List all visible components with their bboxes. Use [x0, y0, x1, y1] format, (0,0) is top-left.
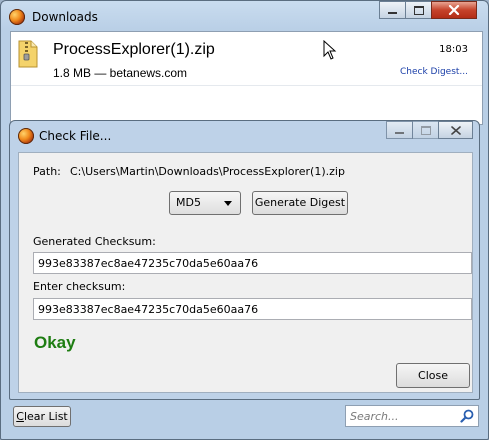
file-meta: 1.8 MB — betanews.com: [53, 66, 188, 80]
mouse-cursor-icon: [323, 40, 337, 60]
search-box[interactable]: [345, 405, 479, 427]
algorithm-select[interactable]: MD5: [169, 191, 241, 215]
dialog-minimize-button[interactable]: [386, 121, 413, 139]
dialog-maximize-button: [412, 121, 439, 139]
zip-file-icon: [18, 40, 38, 68]
firefox-icon: [9, 9, 25, 25]
minimize-icon: [388, 11, 397, 14]
window-title: Downloads: [32, 10, 98, 24]
list-item[interactable]: ProcessExplorer(1).zip 1.8 MB — betanews…: [11, 32, 482, 86]
dialog-close-button[interactable]: [438, 121, 473, 139]
minimize-button[interactable]: [379, 1, 406, 19]
generated-checksum-field[interactable]: [33, 252, 472, 274]
generate-digest-button[interactable]: Generate Digest: [252, 191, 348, 215]
close-dialog-button[interactable]: Close: [396, 363, 470, 388]
maximize-icon: [420, 125, 431, 135]
clear-list-button[interactable]: Clear List: [13, 406, 71, 427]
close-icon: [450, 125, 461, 135]
dropdown-arrow-icon: [224, 201, 232, 206]
check-file-dialog: Check File... Path: C:\Users\Martin\Down…: [9, 120, 480, 400]
generated-checksum-label: Generated Checksum:: [33, 235, 156, 248]
downloads-list[interactable]: ProcessExplorer(1).zip 1.8 MB — betanews…: [10, 31, 483, 125]
minimize-icon: [395, 131, 404, 134]
maximize-button[interactable]: [405, 1, 432, 19]
download-time: 18:03: [439, 44, 468, 55]
path-label: Path:: [33, 165, 61, 178]
verification-result: Okay: [34, 333, 76, 352]
clear-list-label: lear List: [23, 410, 68, 423]
check-digest-link[interactable]: Check Digest...: [400, 67, 468, 77]
close-icon: [448, 5, 460, 15]
search-icon[interactable]: [460, 409, 474, 423]
close-button[interactable]: [431, 1, 477, 19]
downloads-titlebar[interactable]: Downloads: [1, 1, 488, 31]
dialog-body: Path: C:\Users\Martin\Downloads\ProcessE…: [18, 152, 473, 393]
dialog-title: Check File...: [39, 129, 112, 143]
search-input[interactable]: [346, 406, 458, 426]
path-value: C:\Users\Martin\Downloads\ProcessExplore…: [70, 165, 345, 178]
algorithm-selected: MD5: [176, 196, 201, 209]
clear-list-accel: C: [16, 410, 24, 423]
downloads-bottom-bar: Clear List: [1, 399, 488, 439]
firefox-icon: [18, 128, 34, 144]
check-file-titlebar[interactable]: Check File...: [10, 121, 479, 151]
enter-checksum-label: Enter checksum:: [33, 280, 126, 293]
enter-checksum-field[interactable]: [33, 298, 472, 320]
maximize-icon: [413, 5, 424, 15]
file-name: ProcessExplorer(1).zip: [53, 41, 215, 58]
